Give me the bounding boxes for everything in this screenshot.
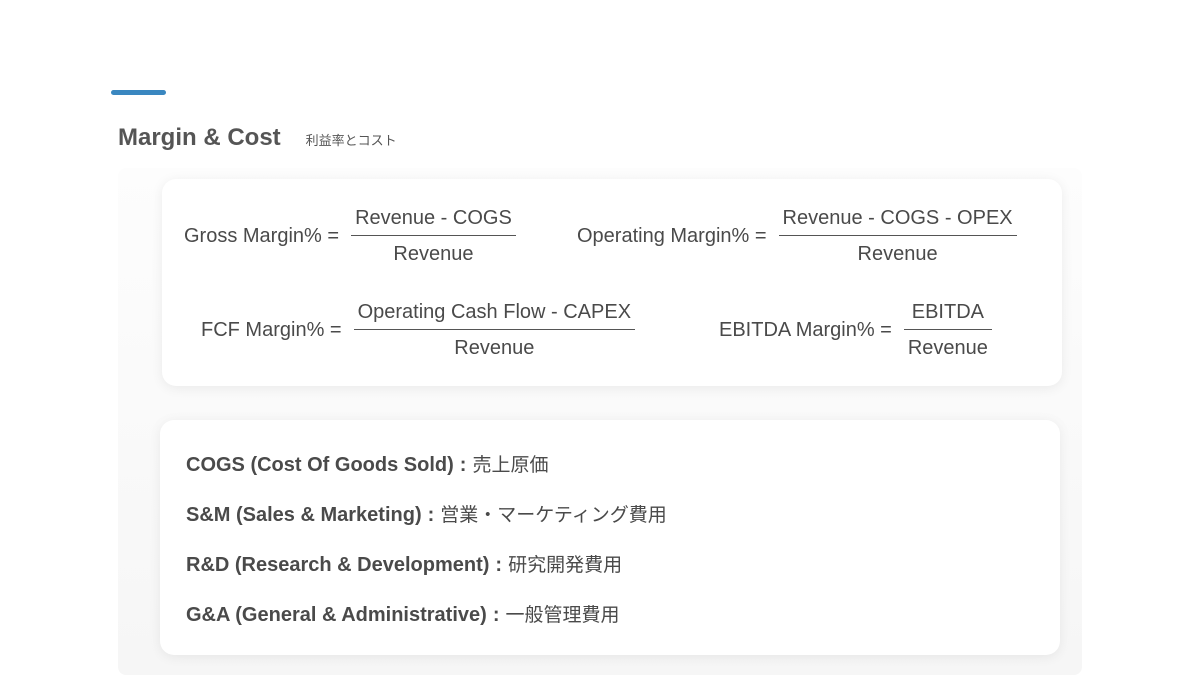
glossary-item: S&M (Sales & Marketing): 営業・マーケティング費用 <box>186 500 667 527</box>
formula-lhs: Gross Margin% = <box>184 224 340 247</box>
formula-operating-margin: Operating Margin% = Revenue - COGS - OPE… <box>577 206 1017 266</box>
formula-gross-margin: Gross Margin% = Revenue - COGS Revenue <box>184 206 516 266</box>
numerator: Revenue - COGS - OPEX <box>782 207 1013 229</box>
section-accent-bar <box>111 90 166 95</box>
formula-card: Gross Margin% = Revenue - COGS Revenue O… <box>162 179 1062 386</box>
formula-lhs: EBITDA Margin% = <box>719 318 892 341</box>
denominator: Revenue <box>454 337 535 359</box>
glossary-term: R&D (Research & Development) <box>186 554 490 576</box>
denominator: Revenue <box>907 337 988 359</box>
glossary-separator: : <box>459 454 467 476</box>
fraction-bar <box>778 235 1017 236</box>
glossary-separator: : <box>492 604 500 626</box>
glossary-item: G&A (General & Administrative): 一般管理費用 <box>186 600 620 627</box>
denominator: Revenue <box>393 243 474 265</box>
section-title: Margin & Cost <box>118 124 281 151</box>
section-heading: Margin & Cost 利益率とコスト <box>118 124 397 152</box>
denominator: Revenue <box>857 243 938 265</box>
numerator: Operating Cash Flow - CAPEX <box>357 301 632 323</box>
formula-ebitda-margin: EBITDA Margin% = EBITDA Revenue <box>719 300 992 360</box>
fraction: Revenue - COGS - OPEX Revenue <box>778 206 1017 266</box>
glossary-japanese: 研究開発費用 <box>508 554 623 576</box>
glossary-card: COGS (Cost Of Goods Sold): 売上原価 S&M (Sale… <box>160 420 1060 655</box>
numerator: Revenue - COGS <box>355 207 512 229</box>
glossary-term: G&A (General & Administrative) <box>186 604 487 626</box>
formula-lhs: Operating Margin% = <box>577 224 767 247</box>
glossary-japanese: 営業・マーケティング費用 <box>440 504 667 526</box>
glossary-item: R&D (Research & Development): 研究開発費用 <box>186 550 622 577</box>
glossary-term: COGS (Cost Of Goods Sold) <box>186 454 454 476</box>
formula-lhs: FCF Margin% = <box>201 318 342 341</box>
glossary-term: S&M (Sales & Marketing) <box>186 504 422 526</box>
section-subtitle: 利益率とコスト <box>305 134 397 149</box>
glossary-japanese: 売上原価 <box>472 454 549 476</box>
glossary-japanese: 一般管理費用 <box>505 604 620 626</box>
glossary-item: COGS (Cost Of Goods Sold): 売上原価 <box>186 450 548 477</box>
formula-fcf-margin: FCF Margin% = Operating Cash Flow - CAPE… <box>201 300 636 360</box>
fraction-bar <box>353 329 636 330</box>
fraction-bar <box>351 235 516 236</box>
numerator: EBITDA <box>911 301 984 323</box>
glossary-separator: : <box>427 504 435 526</box>
fraction: Revenue - COGS Revenue <box>351 206 516 266</box>
glossary-separator: : <box>495 554 503 576</box>
fraction: EBITDA Revenue <box>903 300 992 360</box>
fraction-bar <box>903 329 992 330</box>
fraction: Operating Cash Flow - CAPEX Revenue <box>353 300 636 360</box>
